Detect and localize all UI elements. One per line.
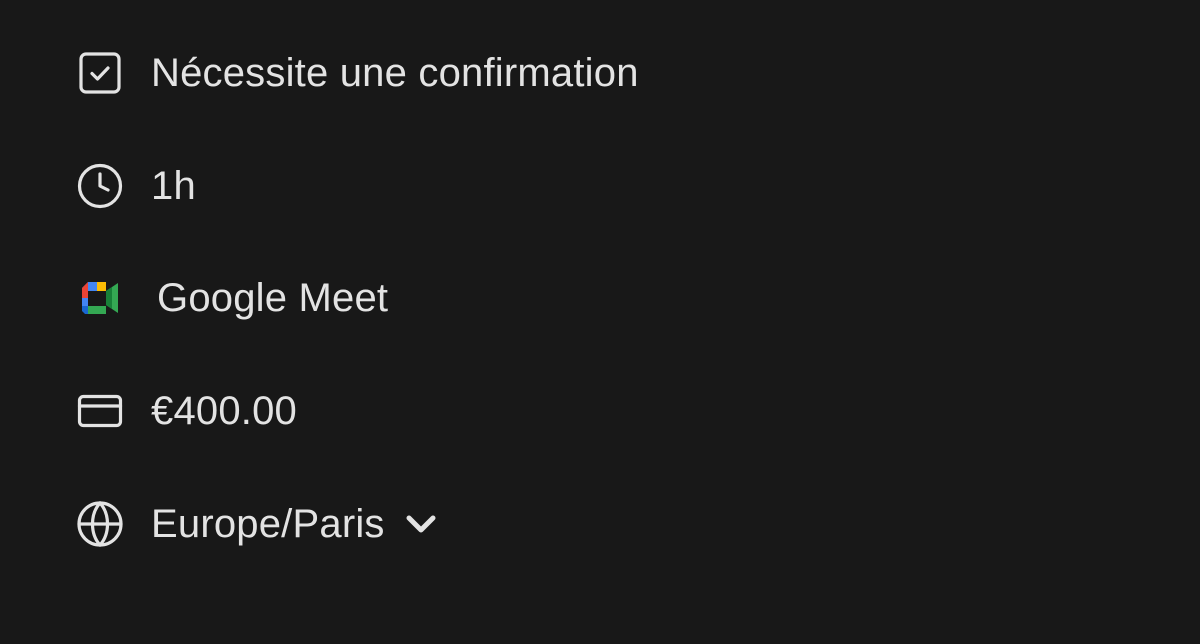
clock-icon	[76, 162, 124, 210]
confirmation-label: Nécessite une confirmation	[151, 51, 639, 95]
duration-label: 1h	[151, 164, 196, 208]
globe-icon	[76, 500, 124, 548]
location-row: Google Meet	[76, 273, 388, 323]
checkbox-check-icon	[76, 49, 124, 97]
timezone-row: Europe/Paris	[76, 499, 441, 549]
timezone-select[interactable]: Europe/Paris	[124, 499, 441, 549]
credit-card-icon	[76, 387, 124, 435]
price-row: €400.00	[76, 386, 297, 436]
confirmation-row: Nécessite une confirmation	[76, 48, 639, 98]
timezone-label: Europe/Paris	[151, 502, 385, 546]
location-label: Google Meet	[157, 276, 389, 320]
google-meet-icon	[76, 274, 124, 322]
event-details-panel: Nécessite une confirmation 1h Google Mee…	[0, 0, 1200, 644]
chevron-down-icon[interactable]	[401, 504, 441, 544]
duration-row: 1h	[76, 161, 196, 211]
price-label: €400.00	[151, 389, 297, 433]
